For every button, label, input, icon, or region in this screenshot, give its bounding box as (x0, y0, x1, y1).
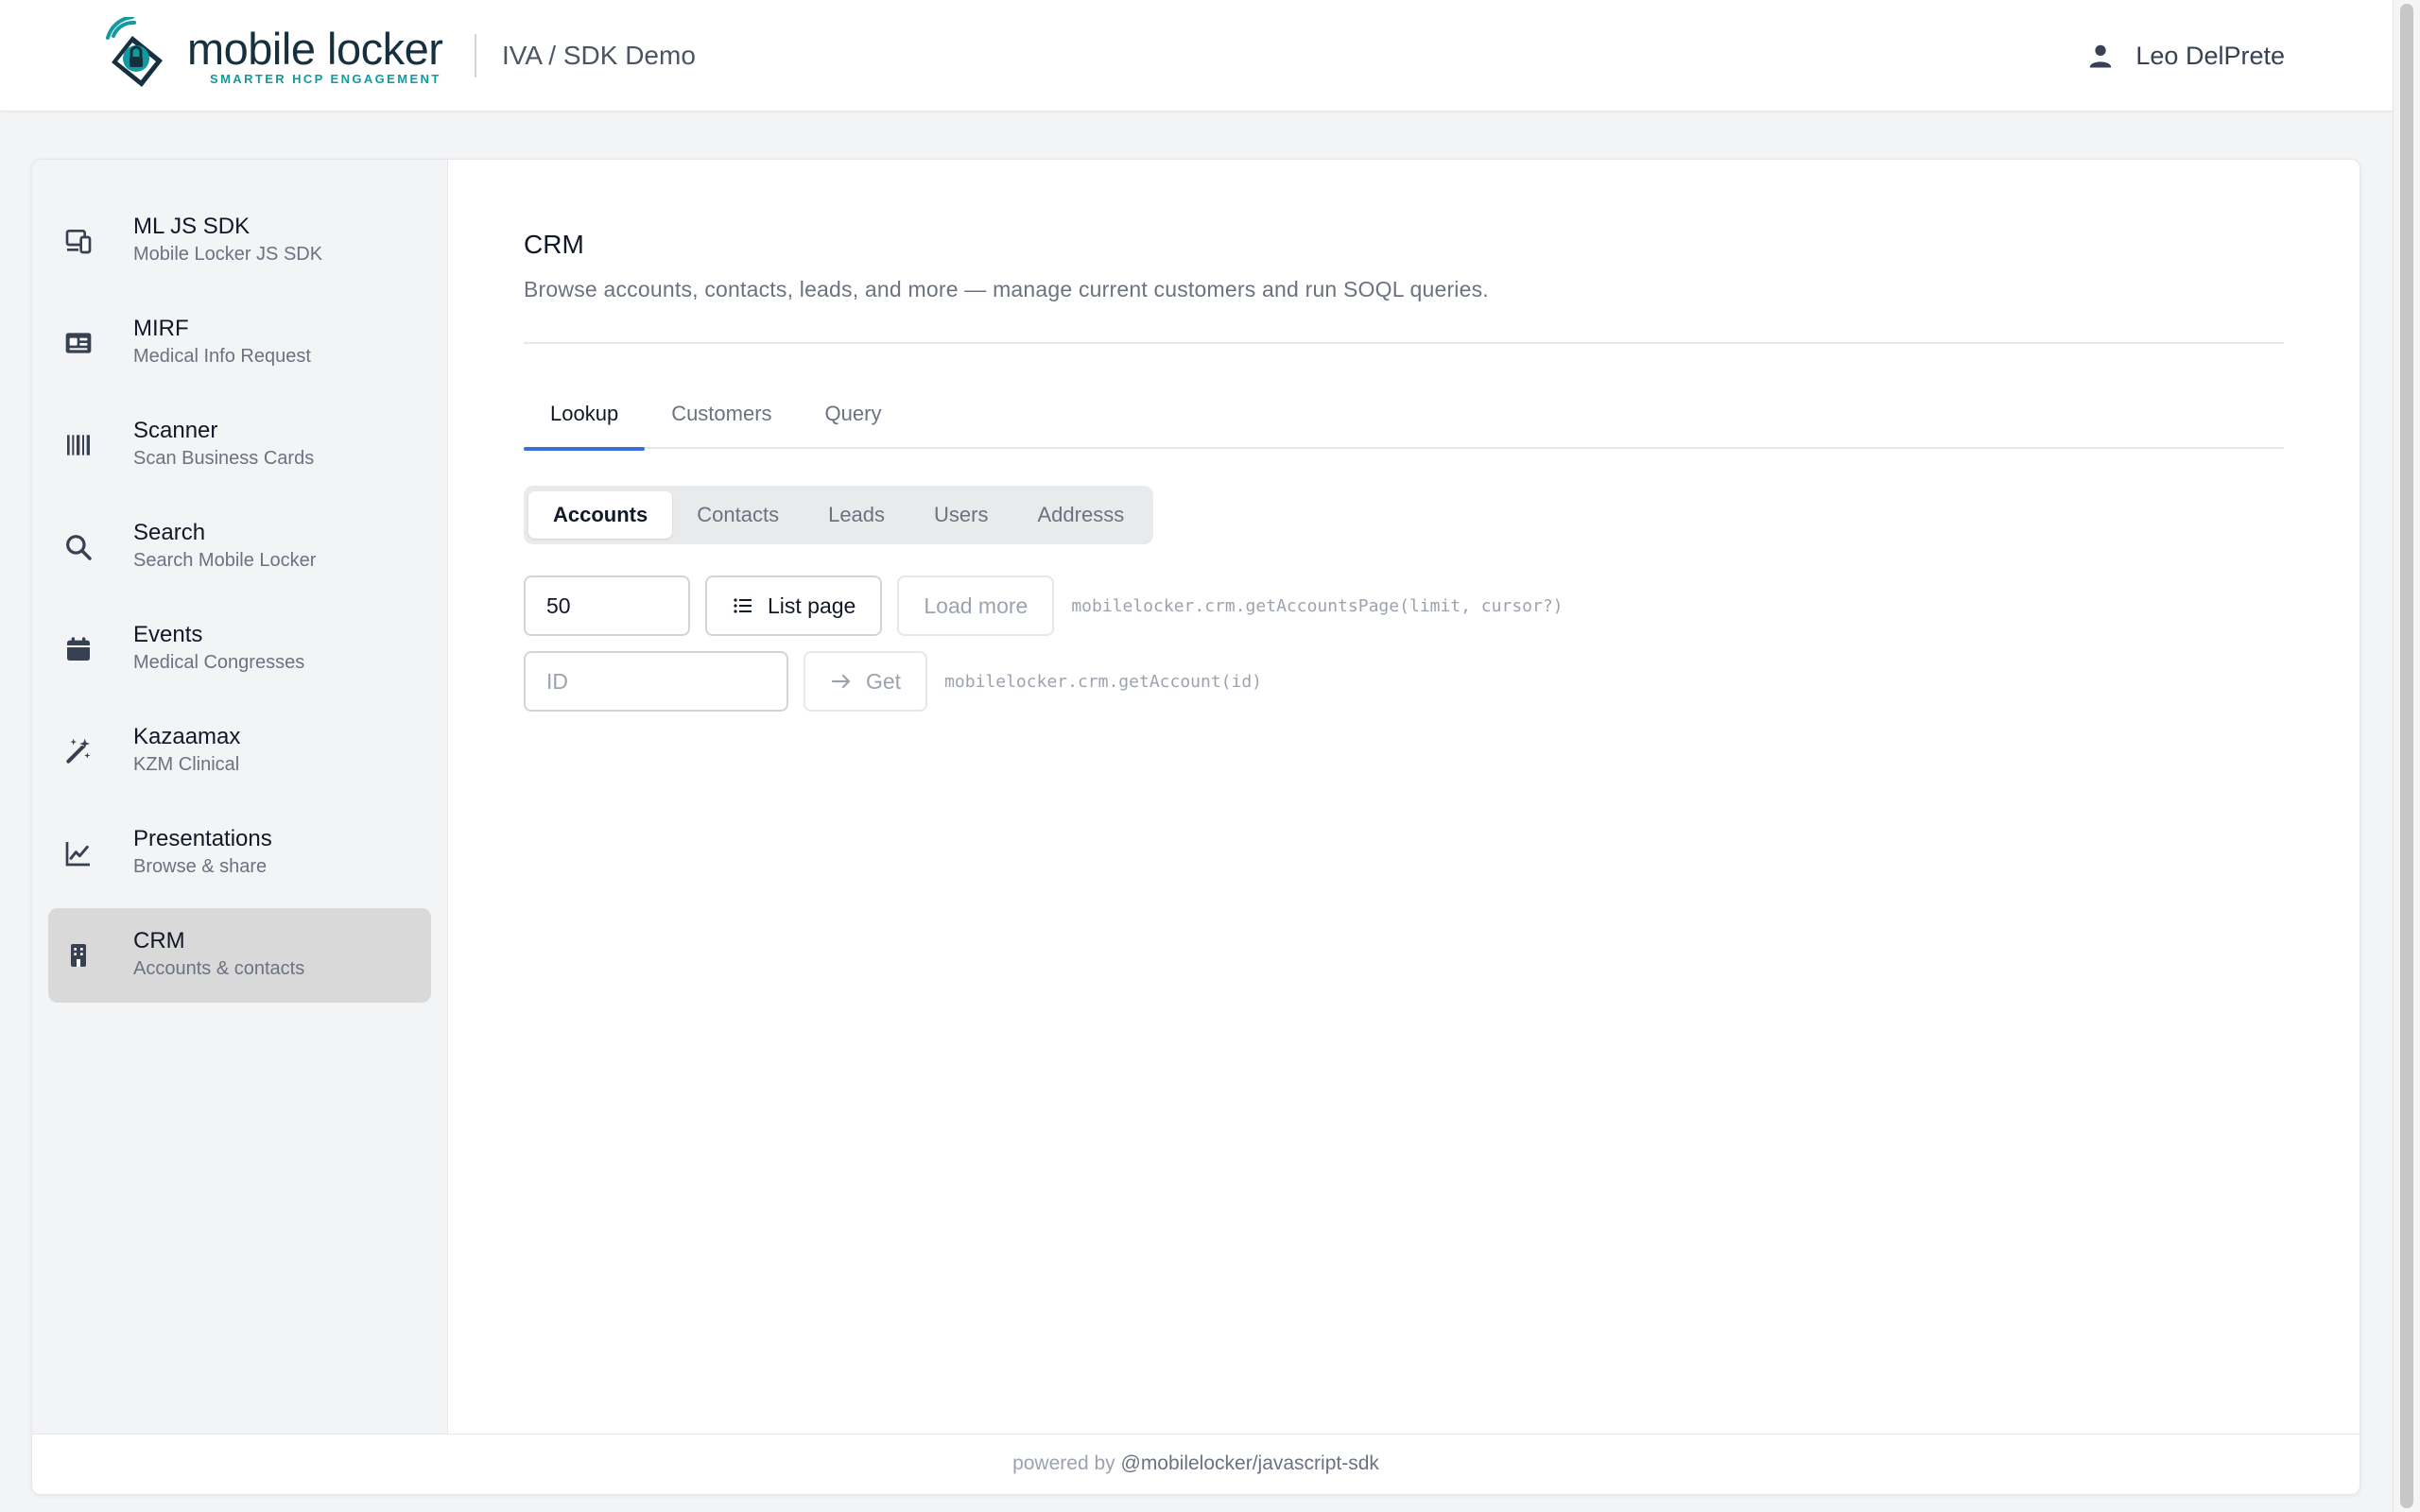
get-method-code: mobilelocker.crm.getAccount(id) (944, 671, 1263, 692)
sidebar-item-mirf[interactable]: MIRF Medical Info Request (48, 296, 431, 390)
segment-leads[interactable]: Leads (804, 491, 909, 539)
header-divider (475, 34, 476, 77)
sidebar-item-subtitle: Medical Info Request (133, 346, 311, 367)
page-scrollbar[interactable] (2393, 0, 2420, 1512)
list-icon (734, 598, 752, 613)
get-label: Get (866, 668, 902, 694)
sidebar-item-subtitle: Medical Congresses (133, 652, 305, 673)
divider (524, 342, 2284, 344)
user-icon (2090, 44, 2112, 68)
sidebar-item-events[interactable]: Events Medical Congresses (48, 602, 431, 696)
page-title: CRM (524, 230, 584, 259)
footer-prefix: powered by (1012, 1452, 1115, 1474)
logo-tagline: SMARTER HCP ENGAGEMENT (210, 71, 441, 86)
sidebar-item-title: Search (133, 520, 206, 545)
page-description: Browse accounts, contacts, leads, and mo… (524, 277, 1489, 301)
segment-contacts[interactable]: Contacts (672, 491, 804, 539)
get-button[interactable]: Get (804, 651, 928, 712)
sidebar-item-subtitle: Browse & share (133, 856, 268, 877)
list-page-button[interactable]: List page (705, 576, 883, 636)
user-name: Leo DelPrete (2135, 41, 2285, 70)
sidebar-item-title: ML JS SDK (133, 214, 251, 239)
sidebar: ML JS SDK Mobile Locker JS SDK MIRF Medi… (32, 160, 448, 1435)
sidebar-item-subtitle: Search Mobile Locker (133, 550, 317, 571)
logo[interactable]: mobile locker SMARTER HCP ENGAGEMENT (104, 17, 443, 94)
sidebar-item-ml-js-sdk[interactable]: ML JS SDK Mobile Locker JS SDK (48, 194, 431, 288)
list-row: List page Load more mobilelocker.crm.get… (524, 576, 1564, 636)
devices-icon (65, 230, 92, 254)
sidebar-item-title: MIRF (133, 316, 189, 341)
sidebar-item-subtitle: Accounts & contacts (133, 958, 305, 979)
sidebar-item-title: Events (133, 622, 203, 647)
sidebar-item-scanner[interactable]: Scanner Scan Business Cards (48, 398, 431, 492)
sidebar-item-title: Presentations (133, 826, 272, 851)
tab-bar: Lookup Customers Query (524, 387, 2284, 451)
sidebar-item-presentations[interactable]: Presentations Browse & share (48, 806, 431, 901)
magic-wand-icon (66, 738, 91, 764)
sidebar-item-subtitle: Mobile Locker JS SDK (133, 244, 323, 265)
load-more-button[interactable]: Load more (897, 576, 1055, 636)
arrow-right-icon (831, 674, 851, 689)
load-more-label: Load more (924, 593, 1028, 618)
sidebar-item-kazaamax[interactable]: Kazaamax KZM Clinical (48, 704, 431, 799)
sidebar-item-title: Scanner (133, 418, 218, 443)
sidebar-item-title: Kazaamax (133, 724, 241, 749)
id-card-icon (65, 333, 92, 353)
segment-addresss[interactable]: Addresss (1012, 491, 1149, 539)
building-icon (71, 944, 86, 967)
footer-package-link[interactable]: @mobilelocker/javascript-sdk (1121, 1452, 1379, 1474)
sidebar-item-subtitle: KZM Clinical (133, 754, 240, 775)
search-icon (66, 535, 92, 560)
line-chart-icon (65, 842, 90, 867)
tab-lookup[interactable]: Lookup (524, 387, 646, 451)
tab-customers[interactable]: Customers (645, 387, 798, 449)
main-card: ML JS SDK Mobile Locker JS SDK MIRF Medi… (31, 159, 2360, 1495)
object-type-selector: Accounts Contacts Leads Users Addresss (524, 486, 1154, 544)
segment-accounts[interactable]: Accounts (528, 491, 673, 539)
tab-query[interactable]: Query (799, 387, 908, 449)
calendar-icon (67, 637, 90, 661)
sidebar-item-title: CRM (133, 928, 185, 954)
top-header: mobile locker SMARTER HCP ENGAGEMENT IVA… (0, 0, 2393, 112)
sidebar-item-search[interactable]: Search Search Mobile Locker (48, 500, 431, 594)
logo-lock-icon (106, 17, 163, 87)
footer: powered by @mobilelocker/javascript-sdk (32, 1434, 2360, 1494)
segment-users[interactable]: Users (909, 491, 1012, 539)
user-menu[interactable]: Leo DelPrete (2086, 36, 2285, 76)
list-method-code: mobilelocker.crm.getAccountsPage(limit, … (1071, 595, 1564, 616)
barcode-icon (67, 435, 90, 455)
list-page-label: List page (768, 593, 856, 618)
sidebar-item-crm[interactable]: CRM Accounts & contacts (48, 908, 431, 1003)
id-input[interactable] (524, 651, 788, 712)
limit-input[interactable] (524, 576, 690, 636)
logo-name: mobile locker (187, 23, 443, 74)
scrollbar-thumb[interactable] (2400, 4, 2413, 1508)
get-row: Get mobilelocker.crm.getAccount(id) (524, 651, 1262, 712)
app-title: IVA / SDK Demo (502, 41, 696, 70)
sidebar-item-subtitle: Scan Business Cards (133, 448, 315, 469)
